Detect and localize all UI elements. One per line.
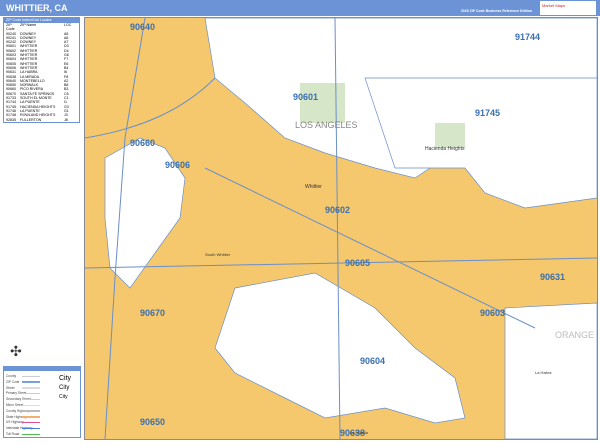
zip-label: 90602 — [325, 205, 350, 215]
index-row: 92835 FULLERTON J8 — [4, 118, 79, 122]
zip-index-table: ZIP Code Index/Grid Locator ZIP Code ZIP … — [3, 17, 80, 123]
legend-line-swatch — [22, 392, 40, 395]
zip-label: 90606 — [165, 160, 190, 170]
place-label: Whittier — [305, 184, 322, 190]
index-header-row: ZIP Code ZIP Name LOC — [4, 23, 79, 32]
logo: Market Maps — [540, 1, 596, 15]
legend-line-swatch — [22, 427, 40, 430]
legend-line-swatch — [22, 421, 40, 424]
place-label: South Whittier — [205, 252, 231, 257]
legend-line-swatch — [22, 416, 40, 418]
zip-label: 91745 — [475, 108, 500, 118]
zip-label: 90605 — [345, 258, 370, 268]
index-cell: J8 — [64, 117, 68, 122]
place-label: Hacienda Heights — [425, 146, 465, 152]
zip-label: 90631 — [540, 272, 565, 282]
header-bar: WHITTIER, CA 2026 ZIP Code Business Refe… — [0, 0, 600, 16]
legend-line-swatch — [22, 410, 40, 412]
compass-rose-icon: ✣ — [10, 343, 22, 359]
place-label: La Mirada — [350, 430, 369, 435]
zip-label: 90601 — [293, 92, 318, 102]
col-header: LOC — [64, 23, 72, 27]
legend-city: City — [59, 375, 72, 382]
legend-item: Toll Road — [6, 432, 20, 436]
legend-line-swatch — [22, 404, 40, 406]
zip-label: 90640 — [130, 22, 155, 32]
county-label: ORANGE — [555, 330, 594, 340]
legend-city: City — [59, 394, 68, 400]
map-legend: County ZIP Code Street Primary Street Second… — [3, 366, 81, 438]
legend-item: ZIP Code — [6, 379, 20, 384]
index-cell: FULLERTON — [20, 117, 42, 122]
county-label: LOS ANGELES — [295, 120, 358, 130]
legend-item: Street — [6, 385, 15, 390]
legend-line-swatch — [22, 398, 40, 401]
legend-item: County — [6, 374, 17, 378]
col-header: ZIP Code — [6, 23, 15, 32]
legend-item: US Highway — [6, 420, 24, 425]
legend-city: City — [59, 385, 70, 391]
place-label: La Habra — [535, 370, 552, 375]
edition-label: 2026 ZIP Code Business Reference Edition — [460, 9, 532, 13]
zip-label: 91744 — [515, 32, 540, 42]
legend-item: Minor Street — [6, 403, 24, 407]
legend-line-swatch — [22, 387, 40, 389]
zip-label: 90603 — [480, 308, 505, 318]
zip-label: 90650 — [140, 417, 165, 427]
zip-label: 90604 — [360, 356, 385, 366]
map-canvas[interactable]: 90640 91744 90601 91745 90660 90606 90602 90605… — [84, 17, 598, 440]
index-cell: 92835 — [6, 117, 16, 122]
legend-line-swatch — [22, 433, 40, 435]
legend-line-swatch — [22, 375, 40, 377]
zip-label: 90660 — [130, 138, 155, 148]
map-title: WHITTIER, CA — [6, 3, 68, 13]
legend-line-swatch — [22, 381, 40, 383]
zip-label: 90670 — [140, 308, 165, 318]
col-header: ZIP Name — [20, 23, 37, 27]
